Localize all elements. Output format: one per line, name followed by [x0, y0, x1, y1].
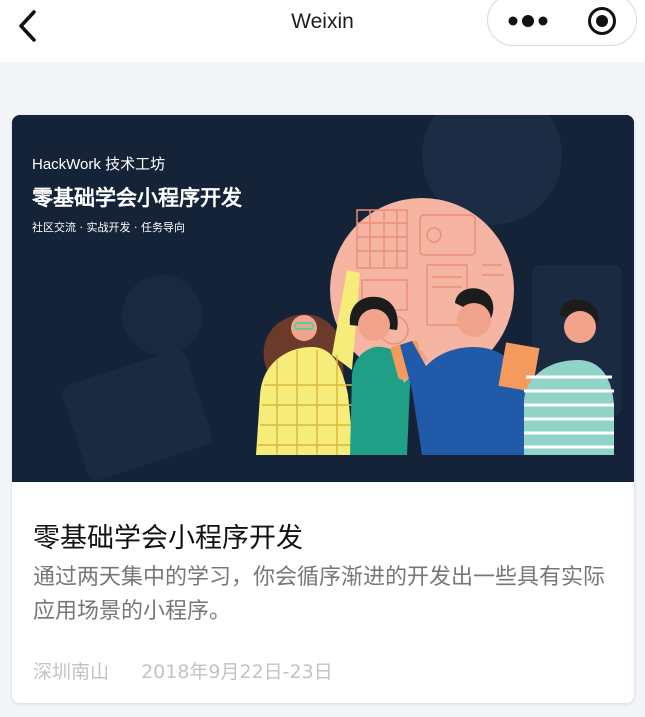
event-card[interactable]: HackWork 技术工坊 零基础学会小程序开发 社区交流 · 实战开发 · 任…	[12, 115, 634, 703]
banner-title: 零基础学会小程序开发	[32, 186, 242, 210]
event-description: 通过两天集中的学习，你会循序渐进的开发出一些具有实际应用场景的小程序。	[33, 565, 606, 624]
more-dots-icon	[508, 15, 548, 27]
banner-tagline: 社区交流 · 实战开发 · 任务导向	[32, 221, 185, 234]
target-close-icon	[588, 7, 616, 35]
event-date: 2018年9月22日-23日	[141, 661, 333, 683]
event-location: 深圳南山	[33, 661, 110, 683]
menu-capsule	[487, 0, 637, 46]
event-banner: HackWork 技术工坊 零基础学会小程序开发 社区交流 · 实战开发 · 任…	[12, 115, 634, 482]
event-meta: 深圳南山 2018年9月22日-23日	[33, 657, 359, 684]
banner-brand: HackWork 技术工坊	[32, 156, 166, 173]
close-button[interactable]	[574, 3, 630, 39]
event-title: 零基础学会小程序开发	[33, 523, 303, 554]
more-button[interactable]	[498, 3, 558, 39]
navigation-bar: Weixin	[0, 0, 645, 62]
